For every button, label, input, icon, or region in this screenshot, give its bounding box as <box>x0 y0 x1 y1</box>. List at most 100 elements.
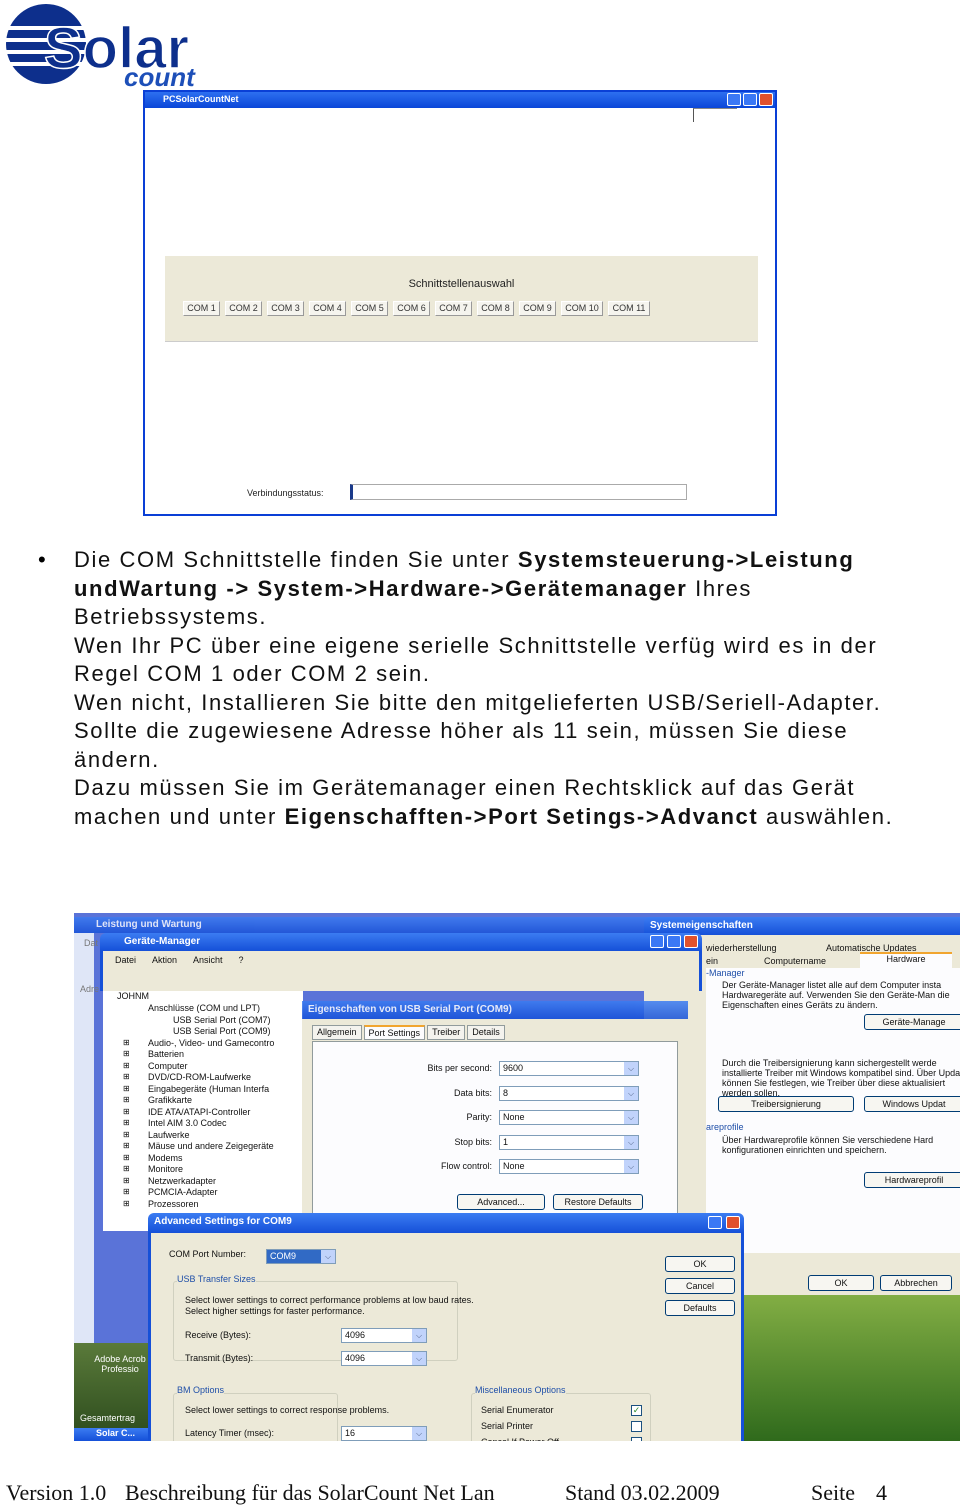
dm-menu-item[interactable]: Aktion <box>152 955 177 965</box>
expand-icon[interactable]: ⊞ <box>123 1095 130 1104</box>
com-button-6[interactable]: COM 6 <box>393 301 430 316</box>
com-button-10[interactable]: COM 10 <box>561 301 603 316</box>
tab-port-settings[interactable]: Port Settings <box>363 1025 426 1040</box>
tree-item[interactable]: Grafikkarte <box>148 1095 192 1105</box>
field-select[interactable]: 8 <box>499 1085 639 1101</box>
tree-item[interactable]: IDE ATA/ATAPI-Controller <box>148 1107 250 1117</box>
dm-maximize-button[interactable] <box>667 935 681 948</box>
help-button[interactable] <box>708 1216 722 1229</box>
hardware-profiles-button[interactable]: Hardwareprofil <box>864 1172 960 1188</box>
tree-item[interactable]: Laufwerke <box>148 1130 190 1140</box>
sys-ok-button[interactable]: OK <box>808 1275 874 1291</box>
dm-menu-item[interactable]: ? <box>239 955 244 965</box>
misc-checkbox[interactable] <box>631 1437 642 1441</box>
expand-icon[interactable]: ⊞ <box>123 1118 130 1127</box>
tree-item[interactable]: Mäuse und andere Zeigegeräte <box>148 1141 274 1151</box>
expand-icon[interactable]: ⊞ <box>123 1153 130 1162</box>
com-button-11[interactable]: COM 11 <box>608 301 650 316</box>
dm-minimize-button[interactable] <box>650 935 664 948</box>
footer-description: Beschreibung für das SolarCount Net Lan <box>125 1480 495 1505</box>
com-button-5[interactable]: COM 5 <box>351 301 388 316</box>
expand-icon[interactable]: ⊞ <box>123 1141 130 1150</box>
taskbar-item[interactable]: Solar C... <box>74 1428 154 1441</box>
tree-item[interactable]: Netzwerkadapter <box>148 1176 216 1186</box>
com-button-7[interactable]: COM 7 <box>435 301 472 316</box>
sys-tab[interactable]: Computername <box>764 956 826 966</box>
expand-icon[interactable]: ⊞ <box>123 1107 130 1116</box>
misc-group-label: Miscellaneous Options <box>475 1385 566 1395</box>
expand-icon[interactable]: ⊞ <box>123 1084 130 1093</box>
com-port-select[interactable]: COM9 <box>266 1249 336 1264</box>
field-label: Data bits: <box>453 1087 492 1098</box>
restore-defaults-button[interactable]: Restore Defaults <box>553 1194 643 1210</box>
sys-tab[interactable]: wiederherstellung <box>706 943 777 953</box>
field-select[interactable]: None <box>499 1110 639 1125</box>
misc-checkbox[interactable] <box>631 1421 642 1432</box>
minimize-button[interactable] <box>727 93 741 106</box>
tree-item[interactable]: Anschlüsse (COM und LPT) <box>148 1003 260 1013</box>
status-field[interactable] <box>350 484 687 500</box>
expand-icon[interactable]: ⊞ <box>123 1061 130 1070</box>
tab-details[interactable]: Details <box>467 1025 505 1040</box>
dm-menu-item[interactable]: Datei <box>115 955 136 965</box>
com-button-3[interactable]: COM 3 <box>267 301 304 316</box>
com-button-8[interactable]: COM 8 <box>477 301 514 316</box>
expand-icon[interactable]: ⊞ <box>123 1049 130 1058</box>
latency-select[interactable]: 16 <box>341 1426 427 1441</box>
driver-signing-button[interactable]: Treibersignierung <box>718 1096 854 1112</box>
tree-item[interactable]: PCMCIA-Adapter <box>148 1187 218 1197</box>
transmit-select[interactable]: 4096 <box>341 1351 427 1366</box>
dm-menu-item[interactable]: Ansicht <box>193 955 223 965</box>
tree-item[interactable]: Prozessoren <box>148 1199 199 1209</box>
tree-item[interactable]: DVD/CD-ROM-Laufwerke <box>148 1072 251 1082</box>
tree-item[interactable]: Monitore <box>148 1164 183 1174</box>
desktop-wallpaper <box>744 1273 960 1441</box>
tree-root[interactable]: JOHNM <box>117 991 149 1001</box>
bg-window-side <box>74 933 94 1343</box>
tree-item[interactable]: Batterien <box>148 1049 184 1059</box>
device-manager-button[interactable]: Geräte-Manage <box>864 1014 960 1030</box>
expand-icon[interactable]: ⊞ <box>123 1130 130 1139</box>
adv-defaults-button[interactable]: Defaults <box>665 1300 735 1316</box>
com-button-2[interactable]: COM 2 <box>225 301 262 316</box>
desktop-icon-acrobat[interactable]: Adobe Acrob Professio <box>90 1354 150 1374</box>
receive-select[interactable]: 4096 <box>341 1328 427 1343</box>
close-button[interactable] <box>759 93 773 106</box>
field-select[interactable]: None <box>499 1159 639 1174</box>
tab-allgemein[interactable]: Allgemein <box>312 1025 362 1040</box>
expand-icon[interactable]: ⊞ <box>123 1072 130 1081</box>
tab-treiber[interactable]: Treiber <box>427 1025 466 1040</box>
expand-icon[interactable]: ⊞ <box>123 1176 130 1185</box>
adv-ok-button[interactable]: OK <box>665 1256 735 1272</box>
tree-item[interactable]: Audio-, Video- und Gamecontro <box>148 1038 274 1048</box>
advanced-button[interactable]: Advanced... <box>457 1194 545 1210</box>
adv-close-button[interactable] <box>726 1216 740 1229</box>
expand-icon[interactable]: ⊞ <box>123 1199 130 1208</box>
com-button-9[interactable]: COM 9 <box>519 301 556 316</box>
com-button-4[interactable]: COM 4 <box>309 301 346 316</box>
expand-icon[interactable]: ⊞ <box>123 1038 130 1047</box>
desktop-icon-gesamtertrag[interactable]: Gesamtertrag <box>80 1413 135 1423</box>
top-field[interactable] <box>693 108 737 122</box>
windows-update-button[interactable]: Windows Updat <box>864 1096 960 1112</box>
expand-icon[interactable]: ⊞ <box>123 1187 130 1196</box>
adv-cancel-button[interactable]: Cancel <box>665 1278 735 1294</box>
dm-close-button[interactable] <box>684 935 698 948</box>
sys-tab[interactable]: ein <box>706 956 718 966</box>
maximize-button[interactable] <box>743 93 757 106</box>
sys-cancel-button[interactable]: Abbrechen <box>880 1275 952 1291</box>
tree-item[interactable]: Intel AIM 3.0 Codec <box>148 1118 227 1128</box>
tree-item[interactable]: USB Serial Port (COM7) <box>173 1015 271 1025</box>
misc-checkbox[interactable]: ✓ <box>631 1405 642 1416</box>
field-select[interactable]: 1 <box>499 1134 639 1150</box>
tree-item[interactable]: Eingabegeräte (Human Interfa <box>148 1084 269 1094</box>
sys-tab-hardware[interactable]: Hardware <box>860 952 952 968</box>
advanced-dialog: COM Port Number: COM9 USB Transfer Sizes… <box>148 1233 744 1441</box>
bm-text: Select lower settings to correct respons… <box>185 1405 390 1415</box>
tree-item[interactable]: USB Serial Port (COM9) <box>173 1026 271 1036</box>
field-select[interactable]: 9600 <box>499 1061 639 1076</box>
expand-icon[interactable]: ⊞ <box>123 1164 130 1173</box>
tree-item[interactable]: Modems <box>148 1153 183 1163</box>
com-button-1[interactable]: COM 1 <box>183 301 220 316</box>
tree-item[interactable]: Computer <box>148 1061 188 1071</box>
